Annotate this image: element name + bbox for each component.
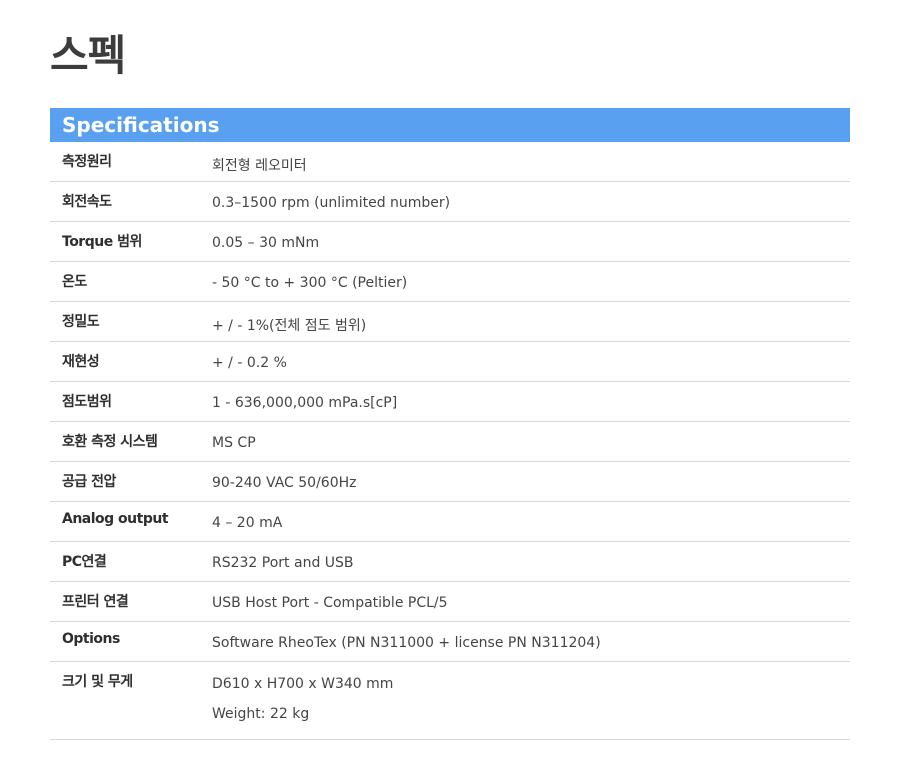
spec-label: Torque 범위 <box>62 234 142 250</box>
spec-value: MS CP <box>212 422 850 461</box>
spec-value: 0.05 – 30 mNm <box>212 222 850 261</box>
spec-row: 측정원리 회전형 레오미터 <box>50 142 850 182</box>
spec-value-line: - 50 °C to + 300 °C (Peltier) <box>212 275 408 291</box>
page-title: 스펙 <box>50 31 126 80</box>
spec-value: 4 – 20 mA <box>212 502 850 541</box>
spec-row: 호환 측정 시스템 MS CP <box>50 422 850 462</box>
spec-value-line: USB Host Port - Compatible PCL/5 <box>212 595 448 611</box>
specifications-table: Specifications 측정원리 회전형 레오미터회전속도 0.3–1500 … <box>50 108 850 740</box>
spec-row: 크기 및 무게 D610 x H700 x W340 mm Weight: 22 k… <box>50 662 850 740</box>
spec-value: + / - 1%(전체 점도 범위) <box>212 302 850 341</box>
spec-label: 재현성 <box>62 354 100 370</box>
spec-value-line: Weight: 22 kg <box>212 706 310 722</box>
spec-value-line: 4 – 20 mA <box>212 515 283 531</box>
spec-label: 측정원리 <box>62 154 112 170</box>
spec-label: Analog output <box>62 511 169 527</box>
spec-value: + / - 0.2 % <box>212 342 850 381</box>
spec-label: PC연결 <box>62 554 107 570</box>
spec-value: Software RheoTex (PN N311000 + license P… <box>212 622 850 661</box>
spec-row: 정밀도 + / - 1%(전체 점도 범위) <box>50 302 850 342</box>
spec-label: 크기 및 무게 <box>62 674 133 690</box>
spec-value: RS232 Port and USB <box>212 542 850 581</box>
spec-value: 회전형 레오미터 <box>212 142 850 181</box>
spec-value: 90-240 VAC 50/60Hz <box>212 462 850 501</box>
spec-value-line: D610 x H700 x W340 mm <box>212 676 394 692</box>
spec-value-line: 1 - 636,000,000 mPa.s[cP] <box>212 395 398 411</box>
spec-row: PC연결 RS232 Port and USB <box>50 542 850 582</box>
spec-row: 공급 전압 90-240 VAC 50/60Hz <box>50 462 850 502</box>
spec-row: 점도범위 1 - 636,000,000 mPa.s[cP] <box>50 382 850 422</box>
spec-value-line: MS CP <box>212 435 256 451</box>
spec-label: 프린터 연결 <box>62 594 129 610</box>
spec-row: 온도 - 50 °C to + 300 °C (Peltier) <box>50 262 850 302</box>
spec-row: Torque 범위 0.05 – 30 mNm <box>50 222 850 262</box>
spec-value: D610 x H700 x W340 mm Weight: 22 kg <box>212 662 850 739</box>
spec-label: 점도범위 <box>62 394 112 410</box>
spec-row: Options Software RheoTex (PN N311000 + li… <box>50 622 850 662</box>
spec-row: 프린터 연결 USB Host Port - Compatible PCL/5 <box>50 582 850 622</box>
spec-rows: 측정원리 회전형 레오미터회전속도 0.3–1500 rpm (unlimited … <box>50 142 850 740</box>
spec-value-line: + / - 0.2 % <box>212 355 287 371</box>
spec-value-line: 0.05 – 30 mNm <box>212 235 320 251</box>
spec-value: 0.3–1500 rpm (unlimited number) <box>212 182 850 221</box>
spec-row: 회전속도 0.3–1500 rpm (unlimited number) <box>50 182 850 222</box>
spec-label: 온도 <box>62 274 87 290</box>
spec-label: Options <box>62 631 120 647</box>
specifications-header: Specifications <box>50 108 850 142</box>
spec-label: 회전속도 <box>62 194 112 210</box>
spec-value-line: 회전형 레오미터 <box>212 158 307 174</box>
spec-label: 호환 측정 시스템 <box>62 434 158 450</box>
spec-value-line: RS232 Port and USB <box>212 555 354 571</box>
spec-row: Analog output 4 – 20 mA <box>50 502 850 542</box>
spec-row: 재현성 + / - 0.2 % <box>50 342 850 382</box>
spec-value-line: 0.3–1500 rpm (unlimited number) <box>212 195 451 211</box>
spec-label: 공급 전압 <box>62 474 116 490</box>
spec-value-line: Software RheoTex (PN N311000 + license P… <box>212 635 601 651</box>
spec-value: USB Host Port - Compatible PCL/5 <box>212 582 850 621</box>
spec-value: - 50 °C to + 300 °C (Peltier) <box>212 262 850 301</box>
spec-value-line: + / - 1%(전체 점도 범위) <box>212 318 367 334</box>
spec-value: 1 - 636,000,000 mPa.s[cP] <box>212 382 850 421</box>
spec-value-line: 90-240 VAC 50/60Hz <box>212 475 357 491</box>
spec-label: 정밀도 <box>62 314 100 330</box>
